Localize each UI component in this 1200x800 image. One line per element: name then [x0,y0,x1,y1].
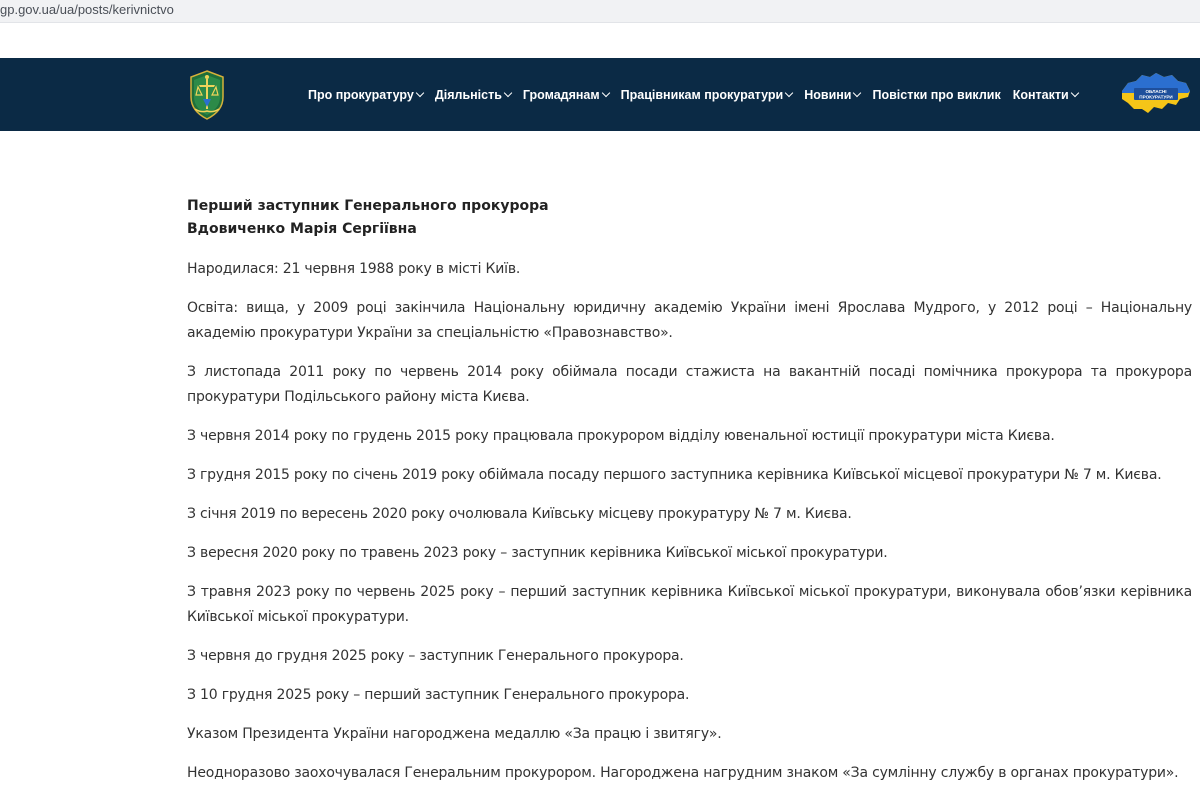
bio-paragraph: Народилася: 21 червня 1988 року в місті … [187,261,521,277]
bio-paragraph: Освіта: вища, у 2009 році закінчила Наці… [187,300,1192,341]
regional-prosecutors-map-icon[interactable]: ОБЛАСНІ ПРОКУРАТУРИ [1118,69,1194,121]
site-header: Про прокуратуру Діяльність Громадянам Пр… [0,58,1200,131]
profile-position: Перший заступник Генерального прокурора [187,198,549,214]
nav-item-label: Про прокуратуру [308,87,414,102]
nav-item-label: Повістки про виклик [872,87,1001,102]
bio-paragraph: З вересня 2020 року по травень 2023 року… [187,545,888,561]
nav-item-about[interactable]: Про прокуратуру [308,87,425,102]
chevron-down-icon [784,88,794,97]
bio-paragraph: З червня 2014 року по грудень 2015 року … [187,428,1055,444]
nav-item-label: Працівникам прокуратури [620,87,784,102]
nav-item-activity[interactable]: Діяльність [434,87,513,102]
nav-item-label: Громадянам [522,87,600,102]
profile-heading: Перший заступник Генерального прокурора … [187,195,1192,241]
chevron-down-icon [853,88,862,97]
browser-address-bar[interactable]: gp.gov.ua/ua/posts/kerivnictvo [0,0,1200,23]
bio-paragraph: Неодноразово заохочувалася Генеральним п… [187,765,1179,781]
main-navigation: Про прокуратуру Діяльність Громадянам Пр… [308,58,1090,131]
nav-item-employees[interactable]: Працівникам прокуратури [620,87,794,102]
nav-item-label: Контакти [1012,87,1069,102]
nav-item-label: Діяльність [434,87,502,102]
nav-item-news[interactable]: Новини [804,87,862,102]
profile-content: Перший заступник Генерального прокурора … [187,195,1192,800]
regions-label-2: ПРОКУРАТУРИ [1139,95,1172,100]
profile-name: Вдовиченко Марія Сергіївна [187,221,417,237]
bio-paragraph: Указом Президента України нагороджена ме… [187,726,722,742]
chevron-down-icon [601,88,610,97]
chevron-down-icon [415,88,425,97]
prosecutor-emblem-icon[interactable] [186,69,228,121]
url-text[interactable]: gp.gov.ua/ua/posts/kerivnictvo [0,2,174,17]
bio-paragraph: З листопада 2011 року по червень 2014 ро… [187,364,1192,405]
bio-paragraph: З травня 2023 року по червень 2025 року … [187,584,1192,625]
nav-item-label: Новини [804,87,852,102]
regions-label-1: ОБЛАСНІ [1145,89,1166,94]
nav-item-citizens[interactable]: Громадянам [522,87,610,102]
chevron-down-icon [503,88,513,97]
nav-item-contacts[interactable]: Контакти [1012,87,1079,102]
nav-item-summons[interactable]: Повістки про виклик [872,88,1000,102]
bio-paragraph: З січня 2019 по вересень 2020 року очолю… [187,506,852,522]
bio-paragraph: З 10 грудня 2025 року – перший заступник… [187,687,690,703]
bio-paragraph: З грудня 2015 року по січень 2019 року о… [187,467,1162,483]
bio-paragraph: З червня до грудня 2025 року – заступник… [187,648,684,664]
chevron-down-icon [1070,88,1079,97]
